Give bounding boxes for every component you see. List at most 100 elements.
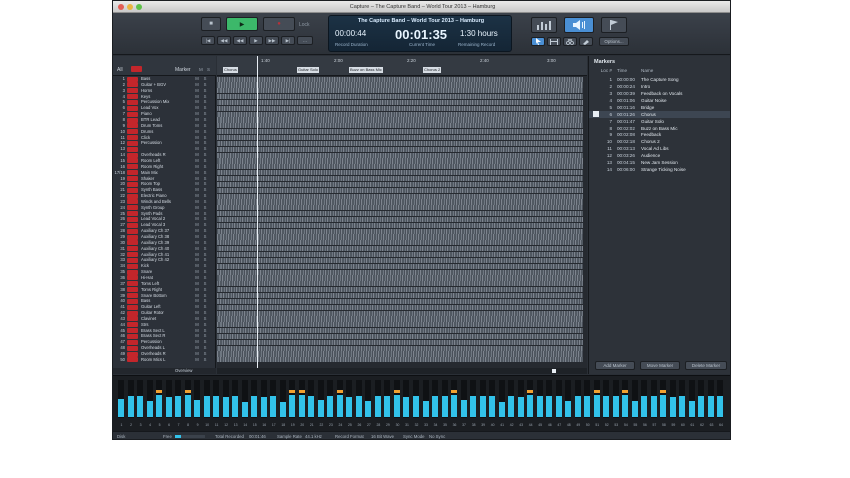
- record-arm-toggle[interactable]: [127, 333, 138, 339]
- record-arm-toggle[interactable]: [127, 228, 138, 234]
- close-window-icon[interactable]: [118, 4, 124, 10]
- marker-row[interactable]: 8 00:02:02 Buzz on Bass Mic: [589, 125, 730, 132]
- scroll-thumb[interactable]: [552, 369, 556, 373]
- marker-row[interactable]: 9 00:02:08 Feedback: [589, 132, 730, 139]
- lock-label[interactable]: Lock: [299, 22, 310, 28]
- waveform-lane[interactable]: [217, 304, 583, 310]
- marker-row[interactable]: 14 00:06:00 Strange Ticking Noise: [589, 166, 730, 173]
- erase-tool-button[interactable]: [579, 37, 593, 46]
- playhead-cursor[interactable]: [257, 56, 258, 374]
- waveform-lane[interactable]: [217, 216, 583, 223]
- record-arm-toggle[interactable]: [127, 263, 138, 269]
- marker-name[interactable]: Guitar Solo: [641, 119, 727, 124]
- horizontal-scrollbar[interactable]: [217, 368, 587, 374]
- record-arm-toggle[interactable]: [127, 205, 138, 211]
- zoom-button[interactable]: …: [297, 36, 313, 45]
- waveform-lane[interactable]: [217, 76, 583, 82]
- mixer-view-button[interactable]: [531, 17, 557, 33]
- record-arm-toggle[interactable]: [127, 129, 138, 135]
- waveform-lane[interactable]: [217, 275, 583, 281]
- record-arm-toggle[interactable]: [127, 328, 138, 334]
- marker-name[interactable]: Buzz on Bass Mic: [641, 126, 727, 131]
- record-arm-toggle[interactable]: [127, 216, 138, 222]
- waveform-lane[interactable]: [217, 152, 583, 158]
- waveform-lane[interactable]: [217, 199, 583, 205]
- record-arm-toggle[interactable]: [127, 181, 138, 187]
- record-arm-toggle[interactable]: [127, 111, 138, 117]
- record-arm-toggle[interactable]: [127, 345, 138, 351]
- record-arm-toggle[interactable]: [127, 176, 138, 181]
- waveform-lane[interactable]: [217, 351, 583, 357]
- waveform-lane[interactable]: [217, 333, 583, 340]
- waveform-lane[interactable]: [217, 88, 583, 94]
- marker-row[interactable]: 5 00:01:16 Bridge: [589, 104, 730, 111]
- marker-row[interactable]: 11 00:03:13 Vocal Ad Libs: [589, 146, 730, 153]
- marker-name[interactable]: Audience: [641, 153, 727, 158]
- record-arm-toggle[interactable]: [127, 222, 138, 228]
- record-arm-toggle[interactable]: [127, 246, 138, 252]
- record-arm-toggle[interactable]: [127, 322, 138, 328]
- waveform-lane[interactable]: [217, 135, 583, 141]
- record-arm-toggle[interactable]: [127, 357, 138, 363]
- waveform-lane[interactable]: [217, 181, 583, 187]
- marker-name[interactable]: Guitar Noise: [641, 98, 727, 103]
- waveform-lane[interactable]: [217, 345, 583, 351]
- record-arm-toggle[interactable]: [127, 240, 138, 246]
- record-arm-toggle[interactable]: [127, 316, 138, 322]
- marker-name[interactable]: The Capture Song: [641, 77, 727, 82]
- waveform-lane[interactable]: [217, 175, 583, 182]
- waveform-lane[interactable]: [217, 117, 583, 123]
- marker-row[interactable]: 10 00:02:18 Chorus 2: [589, 139, 730, 146]
- range-tool-button[interactable]: [547, 37, 561, 46]
- waveform-lane[interactable]: [217, 310, 583, 316]
- waveform-lane[interactable]: [217, 228, 583, 234]
- record-arm-toggle[interactable]: [127, 187, 138, 193]
- marker-name[interactable]: Feedback on Vocals: [641, 91, 727, 96]
- marker-row[interactable]: 13 00:04:15 New Jam Session: [589, 159, 730, 166]
- record-arm-toggle[interactable]: [127, 140, 138, 146]
- record-arm-toggle[interactable]: [127, 88, 138, 94]
- record-button[interactable]: ●: [263, 17, 295, 31]
- arrow-tool-button[interactable]: [531, 37, 545, 46]
- waveform-lane[interactable]: [217, 328, 583, 334]
- waveform-lane[interactable]: [217, 240, 583, 246]
- record-arm-toggle[interactable]: [127, 275, 138, 281]
- waveform-lane[interactable]: [217, 211, 583, 217]
- record-arm-toggle[interactable]: [127, 339, 138, 345]
- track-row[interactable]: 50 Room Mics LMS: [113, 357, 216, 363]
- marker-row[interactable]: 7 00:01:47 Guitar Solo: [589, 118, 730, 125]
- record-arm-toggle[interactable]: [127, 351, 138, 357]
- record-arm-toggle[interactable]: [127, 281, 138, 287]
- waveform-lane[interactable]: [217, 205, 583, 211]
- record-arm-toggle[interactable]: [127, 199, 138, 205]
- marker-name[interactable]: Feedback: [641, 132, 727, 137]
- record-all-toggle[interactable]: [131, 66, 142, 72]
- forward-end-button[interactable]: ▶|: [281, 36, 295, 45]
- waveform-lane[interactable]: [217, 292, 583, 299]
- rewind-button[interactable]: ◀◀: [217, 36, 231, 45]
- marker-flag[interactable]: Chorus: [223, 67, 238, 73]
- record-arm-toggle[interactable]: [127, 123, 138, 129]
- edit-view-button[interactable]: [601, 17, 627, 33]
- marker-row[interactable]: 12 00:03:26 Audience: [589, 152, 730, 159]
- record-arm-toggle[interactable]: [127, 287, 138, 293]
- waveform-lane[interactable]: [217, 263, 583, 269]
- record-arm-toggle[interactable]: [127, 76, 138, 82]
- record-arm-toggle[interactable]: [127, 257, 138, 263]
- marker-flag[interactable]: Buzz on Bass Mic: [349, 67, 383, 73]
- marker-row[interactable]: 3 00:00:39 Feedback on Vocals: [589, 90, 730, 97]
- marker-name[interactable]: Chorus: [641, 112, 727, 117]
- marker-flag[interactable]: Chorus 2: [423, 67, 442, 73]
- add-marker-button[interactable]: Add Marker: [595, 361, 635, 370]
- move-marker-button[interactable]: Move Marker: [640, 361, 680, 370]
- marker-row[interactable]: 4 00:01:06 Guitar Noise: [589, 97, 730, 104]
- record-arm-toggle[interactable]: [127, 105, 138, 111]
- waveform-lane[interactable]: [217, 94, 583, 100]
- marker-name[interactable]: Bridge: [641, 105, 727, 110]
- waveform-lane[interactable]: [217, 105, 583, 111]
- record-arm-toggle[interactable]: [127, 164, 138, 170]
- record-arm-toggle[interactable]: [127, 269, 138, 275]
- waveform-lane[interactable]: [217, 158, 583, 164]
- marker-flag[interactable]: Guitar Solo: [297, 67, 320, 73]
- all-tracks-label[interactable]: All: [117, 67, 123, 73]
